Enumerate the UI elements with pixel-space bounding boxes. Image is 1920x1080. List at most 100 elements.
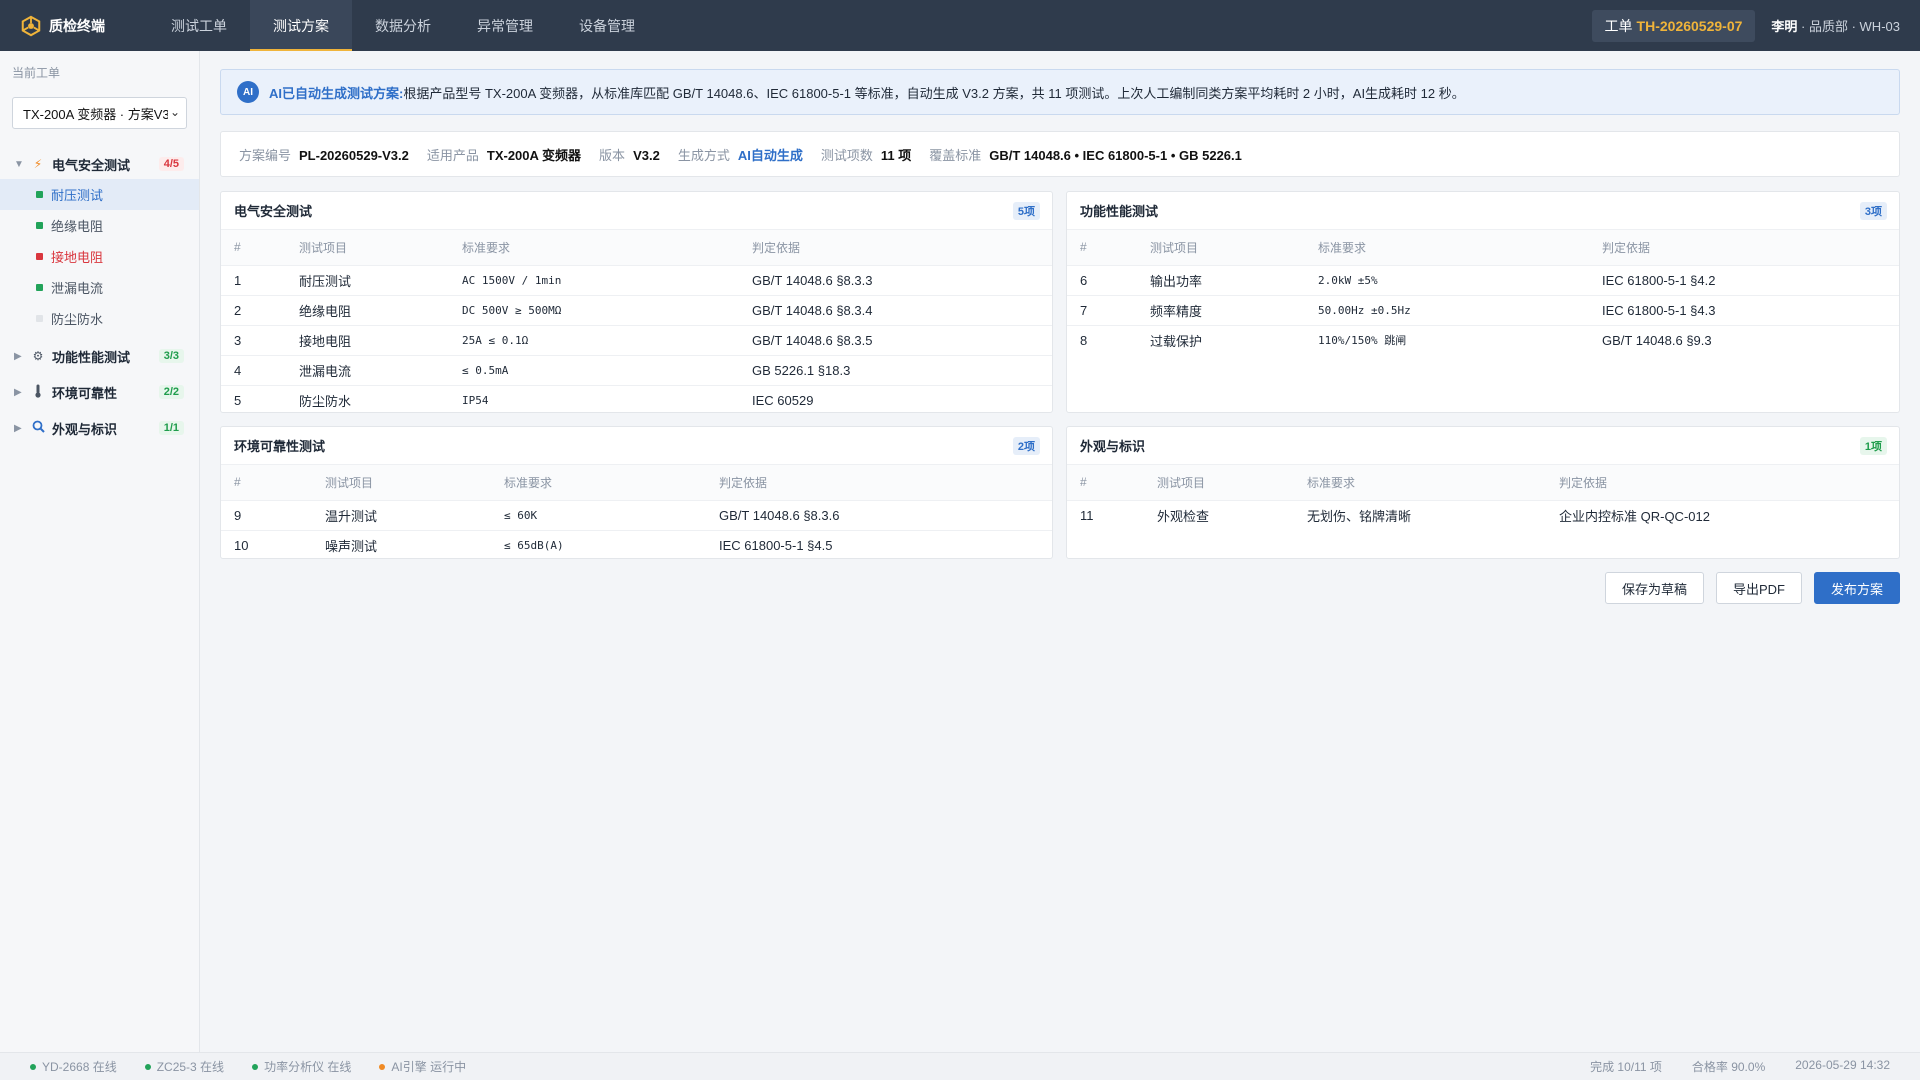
table-row[interactable]: 4 泄漏电流 ≤ 0.5mA GB 5226.1 §18.3 <box>221 355 1052 386</box>
plan-actions: 保存为草稿 导出PDF 发布方案 <box>1593 572 1900 604</box>
save-draft-button[interactable]: 保存为草稿 <box>1604 572 1704 604</box>
section-appearance: 外观与标识 1项 # 测试项目 标准要求 判定依据 11 外观检查 无划伤、铭牌清晰… <box>1066 426 1900 559</box>
tree-group-environment[interactable]: ▶ 环境可靠性 2/2 <box>0 374 199 410</box>
meta-key: 方案编号 <box>239 147 292 163</box>
meta-key: 适用产品 <box>426 147 479 163</box>
plan-meta-bar: 方案编号 PL-20260529-V3.2 适用产品 TX-200A 变频器 版本 V… <box>220 131 1900 177</box>
col-header-item: 测试项目 <box>312 465 491 501</box>
datetime-text: 2026-05-29 14:32 <box>1795 1058 1890 1072</box>
status-dot-fail <box>36 253 43 260</box>
col-header-index: # <box>221 230 286 266</box>
device-status-label: 功率分析仪 在线 <box>264 1060 352 1074</box>
gear-icon: ⚙ <box>32 349 44 363</box>
caret-right-icon: ▶ <box>14 422 22 434</box>
cell-requirement: DC 500V ≥ 500MΩ <box>449 295 739 326</box>
caret-right-icon: ▶ <box>14 350 22 362</box>
caret-down-icon: ▼ <box>14 158 24 170</box>
user-name: 李明 <box>1771 19 1798 34</box>
meta-plan-id: 方案编号 PL-20260529-V3.2 <box>239 145 409 164</box>
cell-index: 1 <box>221 265 286 296</box>
group-count: 4/5 <box>158 157 184 171</box>
group-count: 3/3 <box>158 349 184 363</box>
table-row[interactable]: 5 防尘防水 IP54 IEC 60529 <box>221 385 1052 412</box>
app-name: 质检终端 <box>49 17 105 34</box>
table-row[interactable]: 10 噪声测试 ≤ 65dB(A) IEC 61800-5-1 §4.5 <box>221 530 1052 558</box>
meta-product: 适用产品 TX-200A 变频器 <box>427 145 581 164</box>
tree-item-insulation[interactable]: 绝缘电阻 <box>0 210 199 241</box>
tab-devices[interactable]: 设备管理 <box>556 0 658 51</box>
cell-basis: IEC 61800-5-1 §4.3 <box>1589 295 1899 326</box>
cell-basis: GB/T 14048.6 §8.3.3 <box>739 265 1052 296</box>
cell-requirement: ≤ 65dB(A) <box>504 538 564 552</box>
device-status-label: ZC25-3 在线 <box>156 1060 225 1074</box>
tree-group-label: 外观与标识 <box>52 421 118 437</box>
tree-item-grounding[interactable]: 接地电阻 <box>0 241 199 272</box>
status-dot-pending <box>36 315 43 322</box>
section-functional: 功能性能测试 3项 # 测试项目 标准要求 判定依据 6 输出功率 2.0kW ±5… <box>1066 191 1900 413</box>
cell-requirement: ≤ 60K <box>491 500 706 531</box>
tab-test-orders[interactable]: 测试工单 <box>148 0 250 51</box>
tree-group-functional[interactable]: ▶ ⚙ 功能性能测试 3/3 <box>0 338 199 374</box>
cell-basis: GB/T 14048.6 §9.3 <box>1602 332 1712 348</box>
section-count: 5项 <box>1012 201 1040 220</box>
col-header-basis: 判定依据 <box>1546 465 1899 501</box>
section-title: 外观与标识 <box>1080 439 1146 454</box>
cell-item: 泄漏电流 <box>286 355 449 386</box>
cell-index: 7 <box>1067 295 1137 326</box>
user-info[interactable]: 李明 · 品质部 · WH-03 <box>1771 16 1900 35</box>
meta-key: 覆盖标准 <box>929 147 982 163</box>
table-row[interactable]: 6 输出功率 2.0kW ±5% IEC 61800-5-1 §4.2 <box>1067 265 1899 296</box>
table-row[interactable]: 3 接地电阻 25A ≤ 0.1Ω GB/T 14048.6 §8.3.5 <box>221 325 1052 356</box>
order-id: TH-20260529-07 <box>1636 17 1743 34</box>
table-row[interactable]: 2 绝缘电阻 DC 500V ≥ 500MΩ GB/T 14048.6 §8.3.4 <box>221 295 1052 326</box>
top-bar: 质检终端 测试工单 测试方案 数据分析 异常管理 设备管理 工单 TH-20260… <box>0 0 1920 51</box>
cell-requirement: 50.00Hz ±0.5Hz <box>1305 295 1589 326</box>
publish-button[interactable]: 发布方案 <box>1813 572 1900 604</box>
cell-item: 频率精度 <box>1137 295 1305 326</box>
cell-item: 绝缘电阻 <box>286 295 449 326</box>
table-row[interactable]: 9 温升测试 ≤ 60K GB/T 14048.6 §8.3.6 <box>221 500 1052 531</box>
lightning-icon: ⚡ <box>33 157 43 171</box>
table-row[interactable]: 8 过载保护 110%/150% 跳闸 GB/T 14048.6 §9.3 <box>1067 325 1899 355</box>
order-select[interactable]: TX-200A 变频器 · 方案V3.2 ⌄ <box>12 97 187 129</box>
tab-data-analysis[interactable]: 数据分析 <box>352 0 454 51</box>
sidebar: 当前工单 TX-200A 变频器 · 方案V3.2 ⌄ ▼ ⚡ 电气安全测试 4… <box>0 51 200 1052</box>
brand[interactable]: 质检终端 <box>0 15 148 37</box>
section-table: # 测试项目 标准要求 判定依据 6 输出功率 2.0kW ±5% IEC 61800… <box>1067 230 1899 355</box>
tab-exceptions[interactable]: 异常管理 <box>454 0 556 51</box>
tree-group-electrical[interactable]: ▼ ⚡ 电气安全测试 4/5 <box>0 149 199 179</box>
device-status-yd2668: YD-2668 在线 <box>30 1058 117 1075</box>
cell-index: 9 <box>221 500 312 531</box>
device-status-ai-engine: AI引擎 运行中 <box>379 1058 466 1075</box>
cell-index: 2 <box>221 295 286 326</box>
device-status-zc25: ZC25-3 在线 <box>144 1058 225 1075</box>
status-dot-pass <box>36 284 43 291</box>
cell-basis: GB/T 14048.6 §8.3.5 <box>739 325 1052 356</box>
meta-key: 版本 <box>599 147 626 163</box>
section-environment: 环境可靠性测试 2项 # 测试项目 标准要求 判定依据 9 温升测试 ≤ 60K GB… <box>220 426 1053 559</box>
current-order-badge[interactable]: 工单 TH-20260529-07 <box>1591 9 1756 42</box>
tree-group-appearance[interactable]: ▶ 外观与标识 1/1 <box>0 410 199 446</box>
tree-item-withstand[interactable]: 耐压测试 <box>0 179 199 210</box>
cell-item: 过载保护 <box>1150 333 1203 349</box>
logo-icon <box>21 15 41 36</box>
table-row[interactable]: 11 外观检查 无划伤、铭牌清晰 企业内控标准 QR-QC-012 <box>1067 500 1899 530</box>
tab-test-plans[interactable]: 测试方案 <box>250 0 352 51</box>
device-status-label: YD-2668 在线 <box>42 1060 117 1074</box>
cell-item: 输出功率 <box>1137 265 1305 296</box>
tree-item-ip-rating[interactable]: 防尘防水 <box>0 303 199 334</box>
table-row[interactable]: 7 频率精度 50.00Hz ±0.5Hz IEC 61800-5-1 §4.3 <box>1067 295 1899 326</box>
section-count: 2项 <box>1012 436 1040 455</box>
cell-basis: IEC 60529 <box>752 392 814 408</box>
cell-item: 防尘防水 <box>299 393 352 409</box>
cell-basis: IEC 61800-5-1 §4.2 <box>1589 265 1899 296</box>
col-header-requirement: 标准要求 <box>1294 465 1546 501</box>
cell-basis: IEC 61800-5-1 §4.5 <box>719 537 833 553</box>
sidebar-title: 当前工单 <box>12 66 61 80</box>
meta-standards: 覆盖标准 GB/T 14048.6 • IEC 61800-5-1 • GB 52… <box>929 145 1242 164</box>
tree-item-leakage[interactable]: 泄漏电流 <box>0 272 199 303</box>
export-pdf-button[interactable]: 导出PDF <box>1715 572 1802 604</box>
tree-item-label: 防尘防水 <box>51 312 104 327</box>
table-row[interactable]: 1 耐压测试 AC 1500V / 1min GB/T 14048.6 §8.3.3 <box>221 265 1052 296</box>
col-header-item: 测试项目 <box>1137 230 1305 266</box>
